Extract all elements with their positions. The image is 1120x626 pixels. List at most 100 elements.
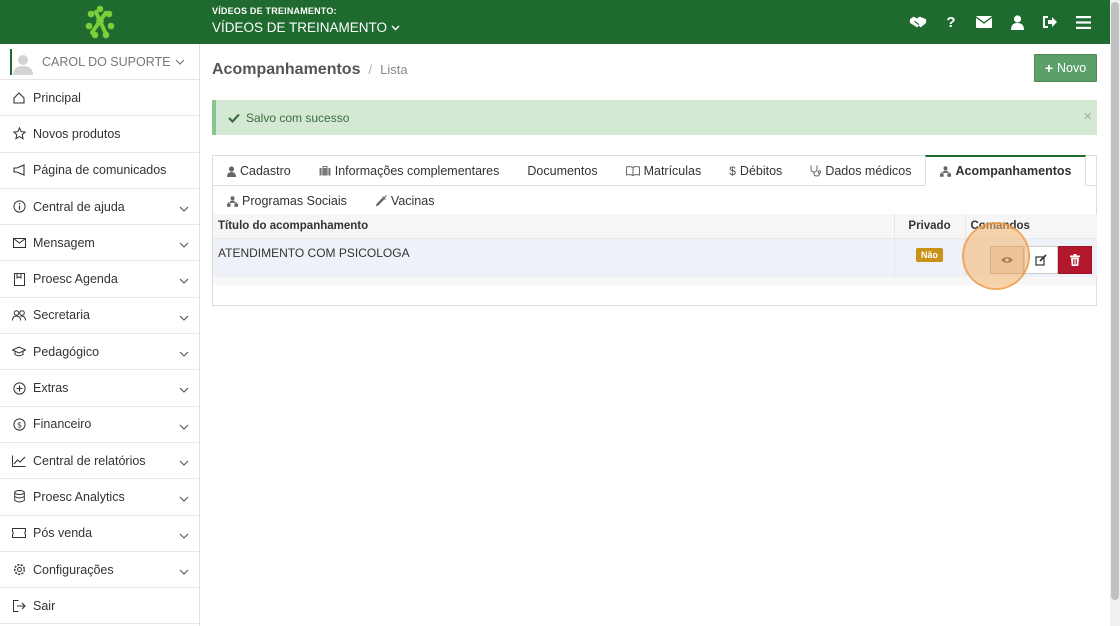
alert-close-button[interactable]: × (1083, 109, 1092, 124)
stethoscope-icon (810, 165, 822, 177)
gear-icon (12, 563, 26, 577)
sidebar-item-principal[interactable]: Principal (0, 80, 199, 117)
school-name-dropdown[interactable]: VÍDEOS DE TREINAMENTO (212, 20, 400, 35)
sidebar-item-label: Novos produtos (33, 126, 121, 141)
sidebar-item-pagina-de-comunicados[interactable]: Página de comunicados (0, 153, 199, 189)
tab-label: Acompanhamentos (955, 164, 1072, 178)
tab-label: Informações complementares (334, 164, 500, 178)
chevron-down-icon (179, 310, 189, 324)
sidebar-item-central-de-ajuda[interactable]: Central de ajuda (0, 189, 199, 226)
syringe-icon (375, 195, 387, 207)
row-commands (965, 238, 1097, 277)
check-icon (228, 113, 240, 123)
handshake-icon[interactable] (909, 13, 927, 31)
ticket-icon (12, 526, 26, 540)
sidebar-item-secretaria[interactable]: Secretaria (0, 298, 199, 335)
svg-text:$: $ (16, 420, 21, 429)
chevron-down-icon (179, 273, 189, 287)
sidebar-item-proesc-agenda[interactable]: Proesc Agenda (0, 261, 199, 298)
sidebar-item-label: Página de comunicados (33, 163, 167, 178)
tab-row: Cadastro Informações complementares Docume… (213, 155, 1096, 186)
sidebar-item-mensagem[interactable]: Mensagem (0, 225, 199, 262)
scrollbar[interactable] (1110, 0, 1120, 626)
agenda-icon (12, 272, 26, 286)
home-icon (12, 91, 26, 105)
sitemap-icon (227, 195, 238, 207)
edit-button[interactable] (1024, 245, 1058, 274)
tab-vacinas[interactable]: Vacinas (361, 186, 449, 216)
sidebar-item-proesc-analytics[interactable]: Proesc Analytics (0, 479, 199, 516)
menu-icon[interactable] (1074, 13, 1092, 31)
sidebar-item-label: Proesc Agenda (33, 272, 118, 287)
sidebar-item-novos-produtos[interactable]: Novos produtos (0, 116, 199, 153)
briefcase-icon (319, 166, 331, 176)
success-alert: Salvo com sucesso × (212, 100, 1097, 135)
new-button-label: Novo (1057, 61, 1087, 75)
exit-icon (12, 599, 26, 613)
user-menu[interactable]: CAROL DO SUPORTE (0, 44, 199, 80)
table-row: ATENDIMENTO COM PSICOLOGA Não (213, 238, 1097, 277)
user-icon (227, 165, 236, 177)
view-button[interactable] (990, 245, 1024, 274)
tab-documentos[interactable]: Documentos (513, 156, 611, 186)
money-icon: $ (12, 417, 26, 431)
trash-icon (1070, 253, 1080, 266)
tab-acompanhamentos[interactable]: Acompanhamentos (925, 155, 1087, 186)
sidebar-item-label: Proesc Analytics (33, 489, 125, 504)
sidebar-item-configuracoes[interactable]: Configurações (0, 552, 199, 589)
tab-dados-medicos[interactable]: Dados médicos (796, 156, 925, 186)
sidebar-item-label: Configurações (33, 562, 114, 577)
tab-programas-sociais[interactable]: Programas Sociais (213, 186, 361, 216)
user-icon[interactable] (1008, 13, 1026, 31)
row-private: Não (893, 238, 966, 277)
envelope-icon (12, 236, 26, 250)
sidebar-item-label: Pedagógico (33, 344, 100, 359)
top-bar: VÍDEOS DE TREINAMENTO: VÍDEOS DE TREINAM… (0, 0, 1110, 44)
chevron-down-icon (179, 237, 189, 251)
logout-icon[interactable] (1041, 13, 1059, 31)
tab-label: Matrículas (643, 164, 702, 178)
help-icon[interactable]: ? (942, 13, 960, 31)
page-title: Acompanhamentos (212, 61, 361, 78)
tab-informacoes-complementares[interactable]: Informações complementares (305, 156, 514, 186)
delete-button[interactable] (1058, 245, 1092, 274)
column-header-title[interactable]: Título do acompanhamento (213, 214, 894, 239)
sidebar-item-sair[interactable]: Sair (0, 588, 199, 625)
tab-bar: Cadastro Informações complementares Docume… (212, 155, 1097, 216)
alert-message: Salvo com sucesso (246, 110, 350, 125)
tab-label: Documentos (527, 164, 598, 178)
edit-icon (1035, 253, 1047, 266)
school-selector[interactable]: VÍDEOS DE TREINAMENTO: VÍDEOS DE TREINAM… (212, 6, 400, 35)
chart-icon (12, 454, 26, 468)
sidebar-item-label: Principal (33, 90, 81, 105)
user-name: CAROL DO SUPORTE (42, 54, 171, 69)
school-name: VÍDEOS DE TREINAMENTO (212, 20, 388, 35)
plus-circle-icon (12, 381, 26, 395)
sidebar-item-pos-venda[interactable]: Pós venda (0, 516, 199, 552)
dollar-icon: $ (729, 164, 736, 178)
tab-cadastro[interactable]: Cadastro (213, 156, 305, 186)
chevron-down-icon (179, 419, 189, 433)
mail-icon[interactable] (975, 13, 993, 31)
table-spacer (213, 276, 1096, 285)
tab-debitos[interactable]: $ Débitos (715, 156, 796, 186)
tab-matriculas[interactable]: Matrículas (612, 156, 716, 186)
chevron-down-icon (179, 346, 189, 360)
database-icon (12, 490, 26, 504)
sidebar-item-central-de-relatorios[interactable]: Central de relatórios (0, 443, 199, 480)
chevron-down-icon (179, 528, 189, 542)
sidebar-item-pedagogico[interactable]: Pedagógico (0, 334, 199, 371)
breadcrumb-current: Lista (380, 62, 408, 77)
sidebar-item-label: Sair (33, 598, 56, 613)
sidebar-item-financeiro[interactable]: $ Financeiro (0, 407, 199, 443)
user-name-dropdown[interactable]: CAROL DO SUPORTE (42, 55, 185, 69)
column-header-private[interactable]: Privado (893, 214, 966, 239)
sidebar-item-label: Pós venda (33, 526, 93, 541)
sidebar-item-extras[interactable]: Extras (0, 370, 199, 407)
scrollbar-thumb[interactable] (1111, 2, 1119, 600)
chevron-down-icon (391, 25, 400, 30)
new-button[interactable]: + Novo (1034, 54, 1097, 82)
logo[interactable] (0, 0, 200, 44)
graduation-icon (12, 345, 26, 359)
sidebar-item-label: Extras (33, 381, 69, 396)
